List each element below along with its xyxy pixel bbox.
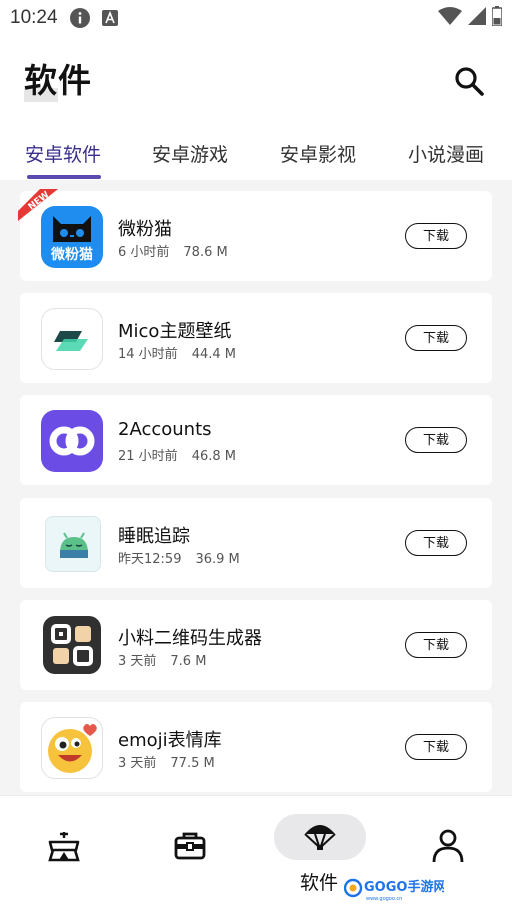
app-name: 2Accounts [118, 419, 212, 440]
new-badge: NEW [18, 189, 58, 221]
search-button[interactable] [452, 64, 486, 98]
list-item[interactable]: Mico主题壁纸 14 小时前 44.4 M 下载 [20, 293, 492, 383]
update-time: 3 天前 [118, 654, 157, 669]
wifi-icon [438, 7, 462, 29]
download-button[interactable]: 下载 [405, 734, 467, 760]
tab-android-games[interactable]: 安卓游戏 [152, 140, 228, 167]
briefcase-icon [174, 832, 206, 860]
status-time: 10:24 [10, 7, 58, 28]
file-size: 77.5 M [170, 756, 215, 771]
cell-signal-icon [468, 7, 486, 29]
nav-item-toolbox[interactable] [172, 828, 212, 868]
nav-item-software[interactable] [302, 820, 342, 860]
app-name: Mico主题壁纸 [118, 321, 232, 342]
search-icon [455, 67, 484, 96]
app-icon-mico [41, 308, 103, 370]
tab-android-video[interactable]: 安卓影视 [280, 140, 356, 167]
update-time: 14 小时前 [118, 347, 178, 362]
file-size: 44.4 M [191, 347, 236, 362]
app-list: 微粉猫 NEW 微粉猫 6 小时前 78.6 M 下载 Mico主题壁纸 14 小… [0, 180, 512, 795]
page-title: 软件 [24, 61, 92, 100]
nav-item-home[interactable] [46, 828, 86, 868]
app-meta: 14 小时前 44.4 M [118, 343, 236, 362]
download-button[interactable]: 下载 [405, 427, 467, 453]
app-name: 睡眠追踪 [118, 526, 190, 547]
file-size: 7.6 M [170, 654, 207, 669]
update-time: 3 天前 [118, 756, 157, 771]
nav-item-profile[interactable] [430, 828, 470, 868]
tab-indicator [27, 175, 101, 179]
list-item[interactable]: 微粉猫 NEW 微粉猫 6 小时前 78.6 M 下载 [18, 189, 492, 281]
app-icon-sleep-tracker [45, 516, 101, 572]
download-button[interactable]: 下载 [405, 530, 467, 556]
app-icon-qrcode [43, 616, 101, 674]
file-size: 46.8 M [191, 449, 236, 464]
battery-icon [491, 6, 503, 30]
info-icon [69, 8, 90, 28]
category-tabs: 安卓软件 安卓游戏 安卓影视 小说漫画 [0, 128, 512, 180]
svg-text:GOGO手游网: GOGO手游网 [364, 879, 444, 895]
download-button[interactable]: 下载 [405, 632, 467, 658]
download-button[interactable]: 下载 [405, 325, 467, 351]
list-item[interactable]: emoji表情库 3 天前 77.5 M 下载 [20, 702, 492, 792]
app-meta: 昨天12:59 36.9 M [118, 548, 240, 567]
app-icon-emoji [41, 717, 103, 779]
svg-text:www.gogoo.cn: www.gogoo.cn [366, 896, 402, 902]
list-item[interactable]: 小料二维码生成器 3 天前 7.6 M 下载 [20, 600, 492, 690]
file-size: 78.6 M [183, 245, 228, 260]
app-icon-label: 微粉猫 [51, 247, 93, 263]
list-item[interactable]: 睡眠追踪 昨天12:59 36.9 M 下载 [20, 498, 492, 588]
font-icon [101, 10, 118, 26]
update-time: 昨天12:59 [118, 552, 182, 567]
download-button[interactable]: 下载 [405, 223, 467, 249]
tent-icon [48, 832, 80, 862]
status-bar: 10:24 [0, 0, 512, 36]
watermark-logo: GOGO手游网 www.gogoo.cn [344, 878, 444, 902]
app-meta: 6 小时前 78.6 M [118, 241, 228, 260]
app-icon-2accounts [41, 410, 103, 472]
file-size: 36.9 M [195, 552, 240, 567]
parachute-icon [304, 825, 336, 850]
app-bar: 软件 [0, 36, 512, 128]
app-name: emoji表情库 [118, 730, 222, 751]
tab-android-apps[interactable]: 安卓软件 [25, 140, 101, 167]
list-item[interactable]: 2Accounts 21 小时前 46.8 M 下载 [20, 395, 492, 485]
nav-label-software: 软件 [300, 872, 339, 894]
app-meta: 3 天前 77.5 M [118, 752, 215, 771]
app-name: 小料二维码生成器 [118, 628, 262, 649]
app-meta: 21 小时前 46.8 M [118, 445, 236, 464]
bottom-nav: 软件 GOGO手游网 www.gogoo.cn [0, 795, 512, 911]
update-time: 6 小时前 [118, 245, 170, 260]
tab-novels-comics[interactable]: 小说漫画 [408, 140, 484, 167]
update-time: 21 小时前 [118, 449, 178, 464]
app-meta: 3 天前 7.6 M [118, 650, 206, 669]
app-name: 微粉猫 [118, 219, 172, 240]
user-icon [432, 829, 464, 863]
